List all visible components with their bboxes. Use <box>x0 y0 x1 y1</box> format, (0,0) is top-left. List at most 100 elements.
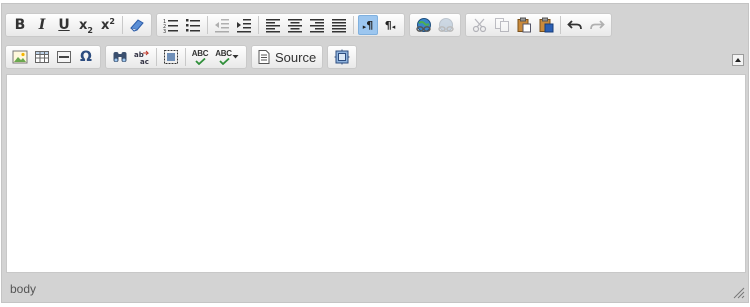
subscript-button[interactable]: x2 <box>76 15 96 35</box>
rich-text-editor: B I U x2 x2 1 2 3 ▸¶ ¶◂ Ω ab ac ABC ABC … <box>1 3 749 303</box>
image-button[interactable] <box>10 47 30 67</box>
underline-icon: U <box>58 17 70 33</box>
spellcheck-button[interactable]: ABC <box>190 47 210 67</box>
align-left-button[interactable] <box>263 15 283 35</box>
paragraph-group: 1 2 3 ▸¶ ¶◂ <box>156 13 405 37</box>
link-button[interactable] <box>414 15 434 35</box>
paste-button[interactable] <box>514 15 534 35</box>
redo-button[interactable] <box>587 15 607 35</box>
rtl-direction-icon: ¶◂ <box>384 18 396 32</box>
separator <box>207 16 208 34</box>
scayt-icon-wrapper: ABC <box>215 49 232 65</box>
special-character-button[interactable]: Ω <box>76 47 96 67</box>
scissors-icon <box>472 18 487 33</box>
unlink-button[interactable] <box>436 15 456 35</box>
binoculars-icon <box>113 52 127 62</box>
maximize-button[interactable] <box>332 47 352 67</box>
insert-group: Ω <box>5 45 101 69</box>
subscript-icon: x2 <box>79 17 93 35</box>
find-button[interactable] <box>110 47 130 67</box>
remove-format-button[interactable] <box>127 15 147 35</box>
collapse-arrow-icon <box>735 58 741 62</box>
align-justify-icon <box>332 19 346 33</box>
underline-button[interactable]: U <box>54 15 74 35</box>
spellcheck-icon: ABC <box>191 49 209 58</box>
source-label: Source <box>275 49 317 65</box>
scayt-icon: ABC <box>215 49 232 58</box>
bulleted-list-button[interactable] <box>183 15 203 35</box>
numbered-list-icon: 1 2 3 <box>163 19 178 33</box>
spell-check-as-you-type-button[interactable]: ABC <box>212 47 242 67</box>
paste-word-icon <box>539 17 554 33</box>
table-button[interactable] <box>32 47 52 67</box>
svg-text:3: 3 <box>163 29 166 33</box>
omega-icon: Ω <box>80 49 92 65</box>
align-right-button[interactable] <box>307 15 327 35</box>
separator <box>185 48 186 66</box>
separator <box>156 48 157 66</box>
replace-button[interactable]: ab ac <box>132 47 152 67</box>
source-document-icon <box>258 50 270 64</box>
align-left-icon <box>266 19 280 33</box>
outdent-icon <box>215 19 229 33</box>
italic-icon: I <box>38 17 46 33</box>
spellcheck-check-icon <box>195 58 206 65</box>
source-button[interactable]: Source <box>255 47 319 67</box>
justify-button[interactable] <box>329 15 349 35</box>
svg-text:ac: ac <box>140 58 149 65</box>
clipboard-group <box>465 13 612 37</box>
toolbar-collapse-button[interactable] <box>732 54 744 66</box>
dropdown-arrow-icon <box>232 55 239 59</box>
image-icon <box>12 50 28 64</box>
select-all-icon <box>164 50 178 64</box>
toolbar-row-1: B I U x2 x2 1 2 3 ▸¶ ¶◂ <box>5 12 616 38</box>
select-all-button[interactable] <box>161 47 181 67</box>
maximize-icon <box>334 49 350 65</box>
link-globe-icon <box>416 18 431 32</box>
paste-clipboard-icon <box>517 17 531 33</box>
separator <box>353 16 354 34</box>
scayt-check-icon <box>218 58 230 65</box>
horizontal-rule-button[interactable] <box>54 47 74 67</box>
separator <box>122 16 123 34</box>
decrease-indent-button[interactable] <box>212 15 232 35</box>
superscript-icon: x2 <box>101 16 115 33</box>
replace-icon: ab ac <box>134 50 150 65</box>
ltr-direction-icon: ▸¶ <box>362 18 374 32</box>
source-group: Source <box>251 45 324 69</box>
copy-button[interactable] <box>492 15 512 35</box>
superscript-button[interactable]: x2 <box>98 15 118 35</box>
bold-icon: B <box>14 17 26 33</box>
bold-button[interactable]: B <box>10 15 30 35</box>
separator <box>258 16 259 34</box>
align-center-button[interactable] <box>285 15 305 35</box>
undo-button[interactable] <box>565 15 585 35</box>
status-bar: body <box>2 276 748 302</box>
separator <box>560 16 561 34</box>
cut-button[interactable] <box>470 15 490 35</box>
text-direction-rtl-button[interactable]: ¶◂ <box>380 15 400 35</box>
links-group <box>409 13 461 37</box>
table-icon <box>35 51 49 63</box>
align-right-icon <box>310 19 324 33</box>
resize-handle-icon[interactable] <box>733 287 745 299</box>
toolbar-row-2: Ω ab ac ABC ABC Source <box>5 44 361 70</box>
editing-area[interactable] <box>6 74 746 273</box>
increase-indent-button[interactable] <box>234 15 254 35</box>
editing-group: ab ac ABC ABC <box>105 45 247 69</box>
text-direction-ltr-button[interactable]: ▸¶ <box>358 15 378 35</box>
numbered-list-button[interactable]: 1 2 3 <box>161 15 181 35</box>
tools-group <box>327 45 358 69</box>
paste-from-word-button[interactable] <box>536 15 556 35</box>
unlink-globe-icon <box>438 18 454 32</box>
italic-button[interactable]: I <box>32 15 52 35</box>
element-path[interactable]: body <box>10 282 36 296</box>
align-center-icon <box>288 19 302 33</box>
undo-icon <box>567 20 582 30</box>
eraser-icon <box>130 19 144 32</box>
indent-icon <box>237 19 251 33</box>
redo-icon <box>590 20 605 30</box>
horizontal-line-icon <box>57 51 71 63</box>
copy-icon <box>495 18 509 32</box>
basic-styles-group: B I U x2 x2 <box>5 13 152 37</box>
